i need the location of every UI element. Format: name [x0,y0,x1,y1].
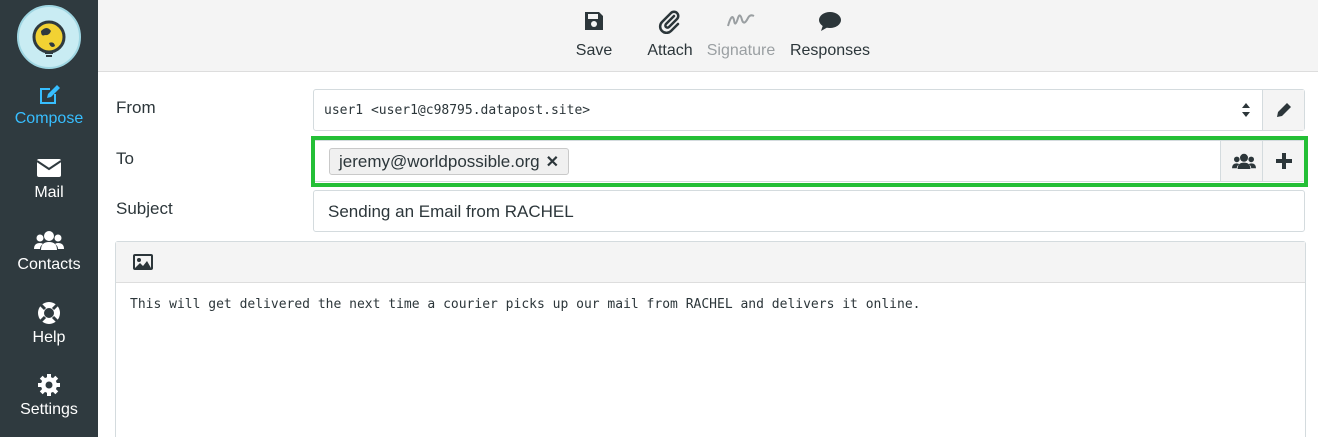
from-select[interactable]: user1 <user1@c98795.datapost.site> [313,89,1305,131]
sidebar-item-help[interactable]: Help [0,301,98,369]
responses-button[interactable]: Responses [788,0,872,72]
sidebar-item-label: Mail [34,184,64,201]
pencil-icon [1277,103,1291,117]
subject-value: Sending an Email from RACHEL [328,202,574,221]
sidebar-item-label: Contacts [17,256,81,273]
logo-globe-icon [32,20,66,57]
comment-icon [788,10,872,36]
gear-icon [0,373,98,401]
save-label: Save [575,42,613,59]
lifebuoy-icon [0,301,98,329]
sidebar-item-label: Settings [20,401,78,418]
compose-icon [0,82,98,110]
paperclip-icon [638,10,702,36]
signature-icon [704,10,778,36]
message-body[interactable]: This will get delivered the next time a … [130,297,921,312]
users-icon [0,228,98,256]
sidebar-item-label: Help [32,329,66,346]
sidebar-item-contacts[interactable]: Contacts [0,228,98,296]
save-icon [562,10,626,36]
subject-label: Subject [116,199,173,218]
save-button[interactable]: Save [562,0,626,72]
sidebar-item-label: Compose [14,110,84,127]
sidebar-item-settings[interactable]: Settings [0,373,98,437]
envelope-icon [0,156,98,184]
from-value: user1 <user1@c98795.datapost.site> [324,103,591,118]
editor-toolbar [116,242,1305,283]
compose-window: Compose Mail Contacts Help Settings Save… [0,0,1318,437]
responses-label: Responses [789,42,871,59]
select-arrows-icon [1242,103,1250,117]
attach-label: Attach [647,42,693,59]
attach-button[interactable]: Attach [638,0,702,72]
edit-identity-button[interactable] [1262,90,1304,130]
to-field-highlight [311,136,1308,187]
image-icon[interactable] [132,253,154,271]
to-label: To [116,149,134,168]
sidebar: Compose Mail Contacts Help Settings [0,0,98,437]
sidebar-item-compose[interactable]: Compose [0,82,98,150]
signature-button[interactable]: Signature [704,0,778,72]
app-logo[interactable] [17,5,81,69]
sidebar-item-mail[interactable]: Mail [0,156,98,224]
from-label: From [116,98,156,117]
message-editor[interactable]: This will get delivered the next time a … [115,241,1306,437]
signature-label: Signature [706,42,776,59]
compose-toolbar: Save Attach Signature Responses [98,0,1318,72]
subject-input[interactable]: Sending an Email from RACHEL [313,190,1305,232]
